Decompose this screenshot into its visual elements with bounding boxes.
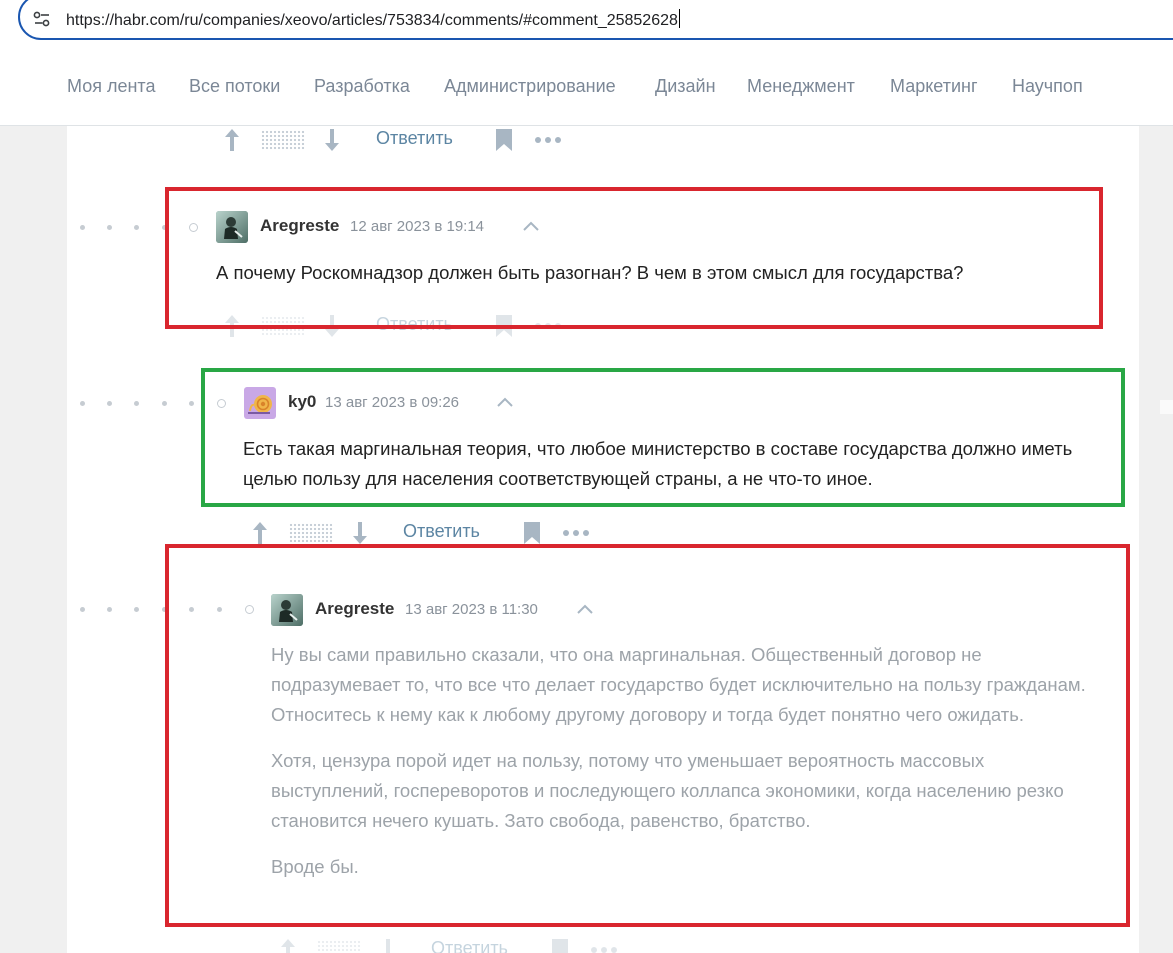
address-bar: https://habr.com/ru/companies/xeovo/arti… bbox=[0, 0, 1173, 46]
nav-item-popsci[interactable]: Научпоп bbox=[1012, 76, 1083, 97]
text-cursor bbox=[678, 9, 680, 28]
highlight-box-red bbox=[165, 544, 1130, 927]
comment-actions: Ответить bbox=[222, 125, 582, 155]
more-options-icon[interactable] bbox=[590, 941, 618, 953]
downvote-arrow-icon[interactable] bbox=[350, 520, 370, 546]
page-edge bbox=[1160, 400, 1173, 414]
bookmark-icon[interactable] bbox=[523, 521, 541, 545]
highlight-box-green bbox=[201, 368, 1125, 507]
downvote-arrow-icon[interactable] bbox=[322, 127, 342, 153]
nav-item-marketing[interactable]: Маркетинг bbox=[890, 76, 978, 97]
more-options-icon[interactable] bbox=[534, 131, 562, 149]
upvote-arrow-icon[interactable] bbox=[278, 937, 298, 953]
nav-item-design[interactable]: Дизайн bbox=[655, 76, 716, 97]
score-placeholder bbox=[289, 523, 333, 543]
nav-item-administration[interactable]: Администрирование bbox=[444, 76, 616, 97]
nav-item-my-feed[interactable]: Моя лента bbox=[67, 76, 155, 97]
upvote-arrow-icon[interactable] bbox=[222, 127, 242, 153]
reply-button[interactable]: Ответить bbox=[403, 521, 480, 542]
score-placeholder bbox=[261, 130, 305, 150]
score-placeholder bbox=[317, 940, 361, 953]
bookmark-icon[interactable] bbox=[551, 938, 569, 953]
reply-button[interactable]: Ответить bbox=[376, 128, 453, 149]
nav-item-management[interactable]: Менеджмент bbox=[747, 76, 855, 97]
nav-item-development[interactable]: Разработка bbox=[314, 76, 410, 97]
reply-button[interactable]: Ответить bbox=[431, 938, 508, 953]
tune-icon[interactable] bbox=[32, 9, 52, 29]
more-options-icon[interactable] bbox=[562, 524, 590, 542]
highlight-box-red bbox=[165, 187, 1103, 329]
nav-item-all-streams[interactable]: Все потоки bbox=[189, 76, 280, 97]
comment-actions: Ответить bbox=[278, 935, 638, 953]
downvote-arrow-icon[interactable] bbox=[378, 937, 398, 953]
bookmark-icon[interactable] bbox=[495, 128, 513, 152]
hubs-nav: Моя лента Все потоки Разработка Админист… bbox=[0, 46, 1173, 126]
upvote-arrow-icon[interactable] bbox=[250, 520, 270, 546]
url-text[interactable]: https://habr.com/ru/companies/xeovo/arti… bbox=[66, 9, 680, 30]
